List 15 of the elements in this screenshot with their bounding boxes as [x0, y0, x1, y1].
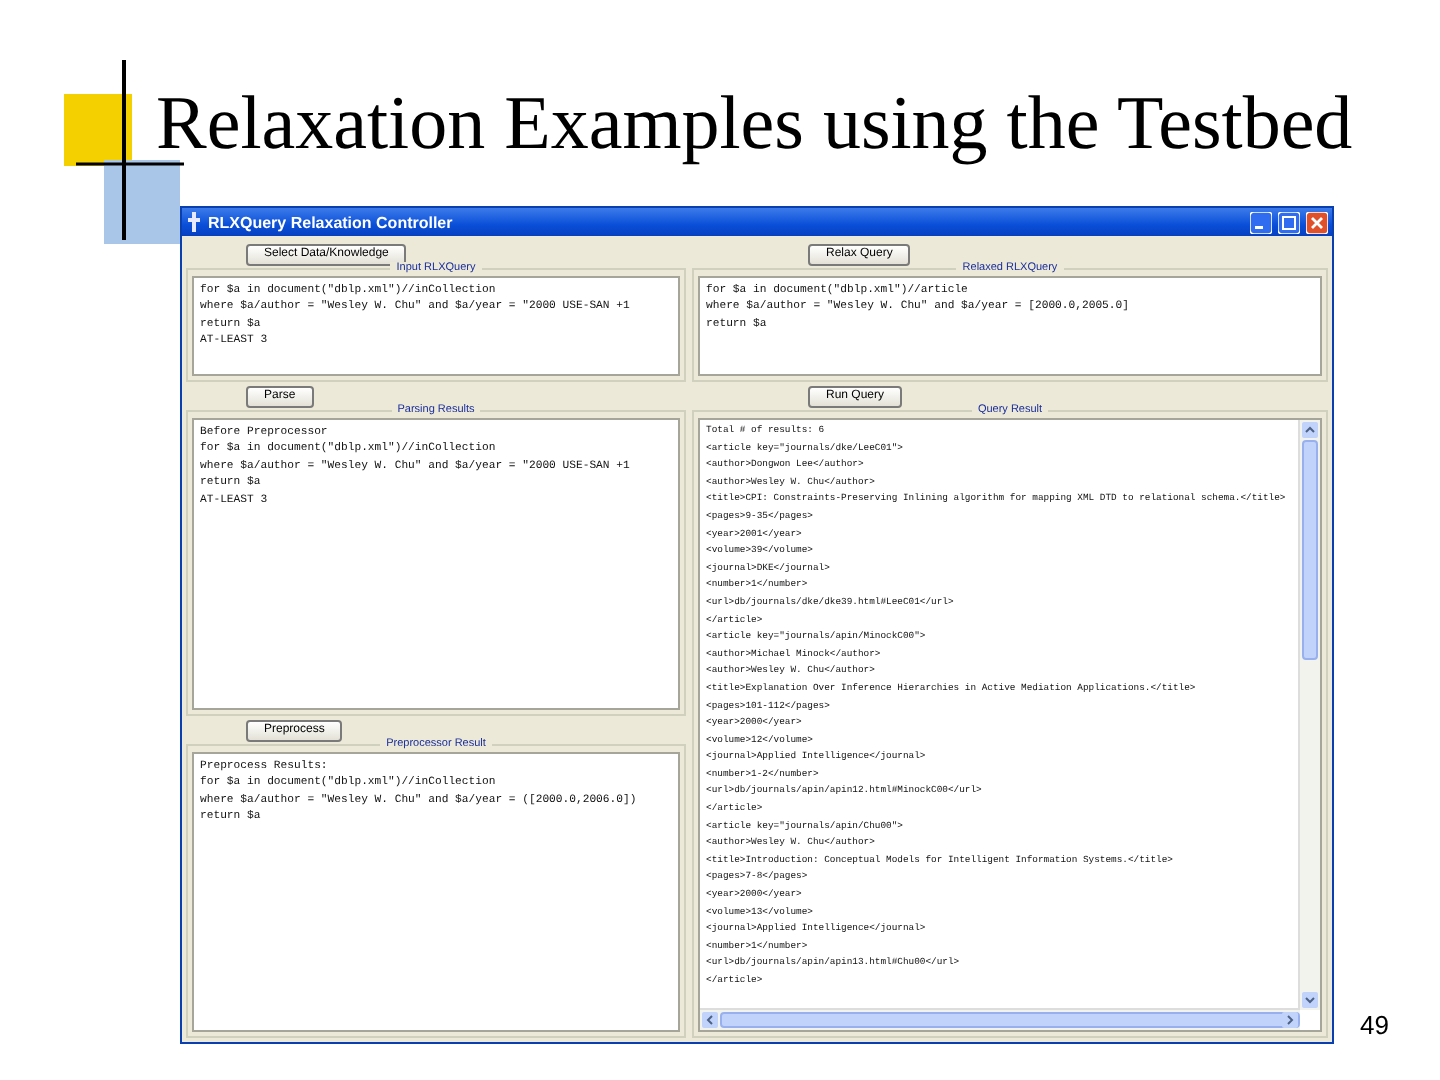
right-arrow-icon[interactable] [1282, 1012, 1298, 1028]
down-arrow-icon[interactable] [1302, 992, 1318, 1008]
minimize-icon[interactable] [1250, 211, 1272, 233]
left-arrow-icon[interactable] [702, 1012, 718, 1028]
app-icon [186, 212, 202, 232]
up-arrow-icon[interactable] [1302, 422, 1318, 438]
close-icon[interactable] [1306, 211, 1328, 233]
horizontal-scrollbar[interactable] [700, 1008, 1300, 1030]
page-number: 49 [1360, 1010, 1389, 1040]
vertical-scrollbar[interactable] [1298, 420, 1320, 1010]
scroll-thumb[interactable] [1302, 440, 1318, 660]
maximize-icon[interactable] [1278, 211, 1300, 233]
scroll-thumb[interactable] [720, 1012, 1300, 1028]
slide-title: Relaxation Examples using the Testbed [156, 84, 1353, 164]
window-title: RLXQuery Relaxation Controller [208, 213, 455, 231]
